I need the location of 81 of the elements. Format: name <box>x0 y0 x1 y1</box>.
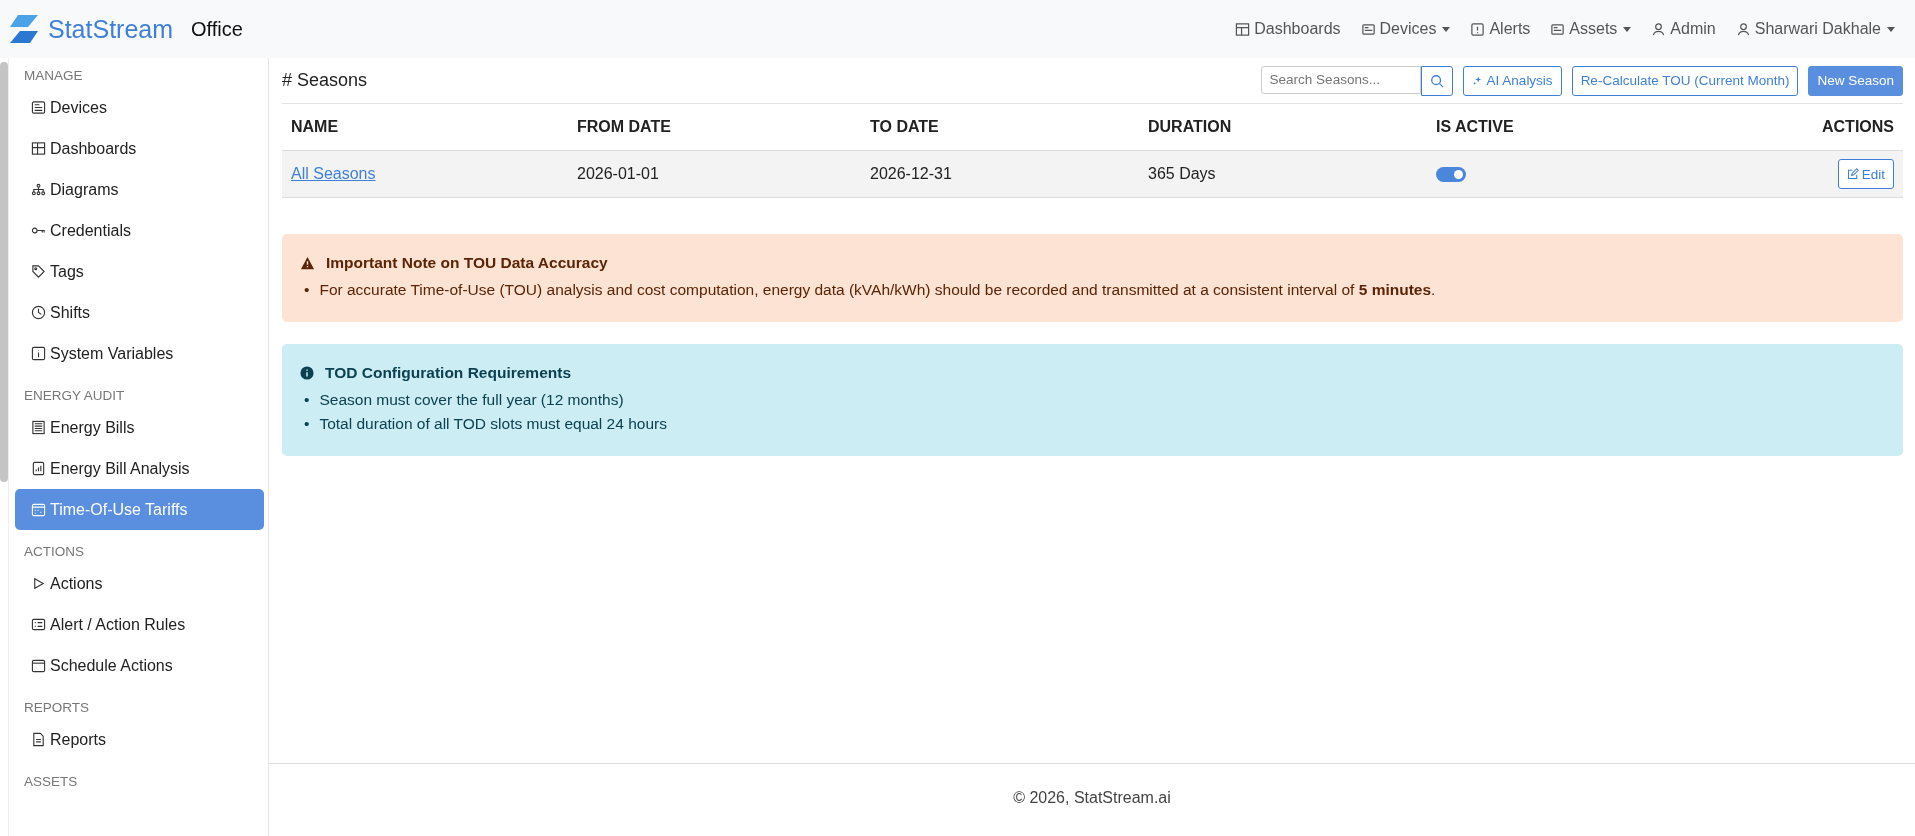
caret-icon <box>1887 26 1895 32</box>
section-heading: REPORTS <box>23 699 90 717</box>
toolbar-button[interactable]: Re-Calculate TOU (Current Month) <box>1571 65 1799 96</box>
device-icon <box>1360 21 1376 37</box>
logo-icon <box>8 13 40 45</box>
sidebar-item[interactable]: Dashboards <box>15 128 264 169</box>
sidebar-item[interactable]: Credentials <box>15 210 264 251</box>
note-title: Important Note on TOU Data Accuracy <box>326 254 608 272</box>
note-item: Total duration of all TOD slots must equal 24 hours <box>319 414 667 434</box>
season-link[interactable]: All Seasons <box>291 165 376 182</box>
sidebar-item[interactable]: Reports <box>15 719 264 760</box>
calendar-icon <box>31 658 46 673</box>
sidebar-item[interactable]: System Variables <box>15 333 264 374</box>
active-toggle[interactable] <box>1436 167 1466 183</box>
column-header: TO DATE <box>861 104 1139 151</box>
search-button[interactable] <box>1420 65 1453 96</box>
calendar-icon <box>31 502 46 517</box>
hierarchy-icon <box>31 182 46 197</box>
note-item: Season must cover the full year (12 months) <box>319 390 624 410</box>
list-icon <box>31 617 46 632</box>
document-icon <box>31 732 46 747</box>
sidebar-item[interactable]: Shifts <box>15 292 264 333</box>
column-header: DURATION <box>1139 104 1427 151</box>
note-title: TOD Configuration Requirements <box>325 364 571 382</box>
sparkle-icon <box>1471 75 1483 86</box>
section-heading: MANAGE <box>23 67 84 85</box>
sidebar-item[interactable]: Diagrams <box>15 169 264 210</box>
edit-button[interactable]: Edit <box>1837 159 1894 189</box>
sidebar-item[interactable]: Alert / Action Rules <box>15 604 264 645</box>
tag-icon <box>31 264 46 279</box>
column-header: IS ACTIVE <box>1427 104 1673 151</box>
nav-link[interactable]: Alerts <box>1470 20 1531 38</box>
note-item: For accurate Time-of-Use (TOU) analysis and cost computation, energy data (kVAh/kWh) should be recorded and transmitted at a consistent interval of 5 minutes. <box>319 280 1436 300</box>
clock-icon <box>31 305 46 320</box>
table-cell: 2026-12-31 <box>861 150 1139 198</box>
nav-link[interactable]: Devices <box>1360 20 1451 38</box>
column-header: NAME <box>282 104 568 151</box>
section-heading: ACTIONS <box>23 543 85 561</box>
search-field[interactable]: Search Seasons... <box>1260 65 1421 94</box>
sidebar-item[interactable]: Schedule Actions <box>15 645 264 686</box>
bullet: • <box>304 414 310 434</box>
grid-icon <box>1235 21 1251 37</box>
sidebar-item[interactable]: Energy Bills <box>15 407 264 448</box>
device-icon <box>1550 21 1566 37</box>
scrollbar[interactable] <box>0 62 8 482</box>
sidebar-item[interactable]: Devices <box>15 87 264 128</box>
edit-icon <box>1846 168 1859 180</box>
table-cell: 2026-01-01 <box>568 150 861 198</box>
search-icon <box>1429 73 1444 88</box>
sidebar-item[interactable]: Energy Bill Analysis <box>15 448 264 489</box>
device-icon <box>31 100 46 115</box>
receipt-icon <box>31 420 46 435</box>
brand-name[interactable]: StatStream <box>48 14 174 44</box>
alert-icon <box>1470 21 1486 37</box>
nav-link[interactable]: Dashboards <box>1235 20 1341 38</box>
sidebar-item[interactable]: Actions <box>15 563 264 604</box>
section-heading: ENERGY AUDIT <box>23 387 126 405</box>
play-icon <box>31 576 46 591</box>
info-icon <box>300 366 314 380</box>
page-title: # Seasons <box>282 70 368 91</box>
nav-link[interactable]: Sharwari Dakhale <box>1735 20 1895 38</box>
nav-link[interactable]: Admin <box>1651 20 1716 38</box>
table-cell: 365 Days <box>1139 150 1427 198</box>
nav-link[interactable]: Assets <box>1550 20 1632 38</box>
sidebar-item[interactable]: Tags <box>15 251 264 292</box>
workspace-name: Office <box>191 17 243 41</box>
caret-icon <box>1442 26 1451 32</box>
bullet: • <box>304 390 310 410</box>
bar-chart-icon <box>31 461 46 476</box>
caret-icon <box>1623 26 1632 32</box>
bullet: • <box>304 280 310 300</box>
toolbar-button[interactable]: AI Analysis <box>1462 65 1562 96</box>
section-heading: ASSETS <box>23 773 79 791</box>
column-header: ACTIONS <box>1672 104 1903 151</box>
grid-icon <box>31 141 46 156</box>
column-header: FROM DATE <box>568 104 861 151</box>
user-icon <box>1735 21 1751 37</box>
user-icon <box>1651 21 1667 37</box>
footer-text: © 2026, StatStream.ai <box>1013 789 1171 807</box>
info-icon <box>31 346 46 361</box>
warning-icon <box>300 256 315 270</box>
